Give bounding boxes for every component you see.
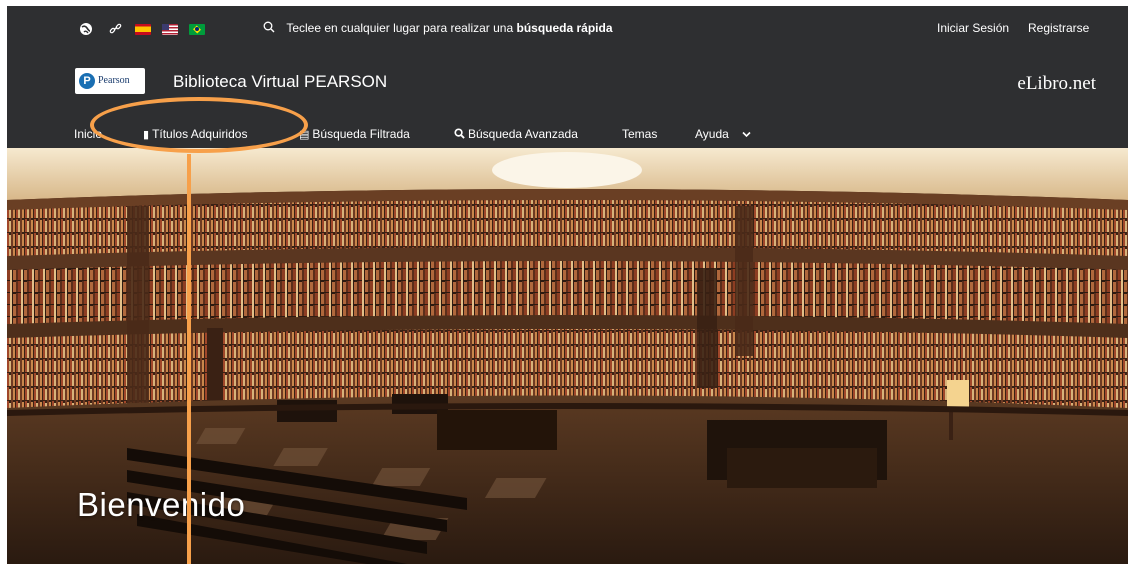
highlight-pointer-line <box>187 154 191 564</box>
nav-item-avanzada-label: Búsqueda Avanzada <box>468 127 578 141</box>
elibro-logo[interactable]: eLibro.net <box>1017 73 1096 95</box>
nav-item-ayuda-label: Ayuda <box>695 127 729 141</box>
nav-item-filtrada-label: Búsqueda Filtrada <box>312 127 410 141</box>
search-icon <box>454 128 465 141</box>
welcome-heading: Bienvenido <box>77 486 246 523</box>
search-icon <box>263 21 278 35</box>
search-hint-text: Teclee en cualquier lugar para realizar … <box>286 21 517 35</box>
pearson-logo-text: Pearson <box>98 75 130 86</box>
library-title: Biblioteca Virtual PEARSON <box>173 72 388 91</box>
login-link[interactable]: Iniciar Sesión <box>937 21 1009 35</box>
register-link[interactable]: Registrarse <box>1028 21 1089 35</box>
pearson-logo-mark: P <box>79 73 95 89</box>
nav-item-busqueda-filtrada[interactable]: ▤ Búsqueda Filtrada <box>299 127 410 142</box>
nav-item-busqueda-avanzada[interactable]: Búsqueda Avanzada <box>454 127 578 142</box>
top-utility-bar: Teclee en cualquier lugar para realizar … <box>7 6 1128 54</box>
flag-brazil-icon[interactable] <box>189 22 205 36</box>
highlight-ellipse-annotation <box>90 97 308 153</box>
link-icon[interactable] <box>109 22 122 38</box>
flag-usa-icon[interactable] <box>162 22 178 36</box>
nav-item-temas[interactable]: Temas <box>622 127 657 141</box>
search-hint-bold: búsqueda rápida <box>516 21 613 35</box>
globe-icon[interactable] <box>79 22 93 39</box>
quick-search-hint[interactable]: Teclee en cualquier lugar para realizar … <box>263 21 613 35</box>
browser-frame: Teclee en cualquier lugar para realizar … <box>7 6 1128 564</box>
chevron-down-icon <box>739 127 751 141</box>
flag-spain-icon[interactable] <box>135 22 151 36</box>
pearson-logo[interactable]: P Pearson <box>75 68 145 94</box>
nav-item-ayuda[interactable]: Ayuda <box>695 127 751 141</box>
